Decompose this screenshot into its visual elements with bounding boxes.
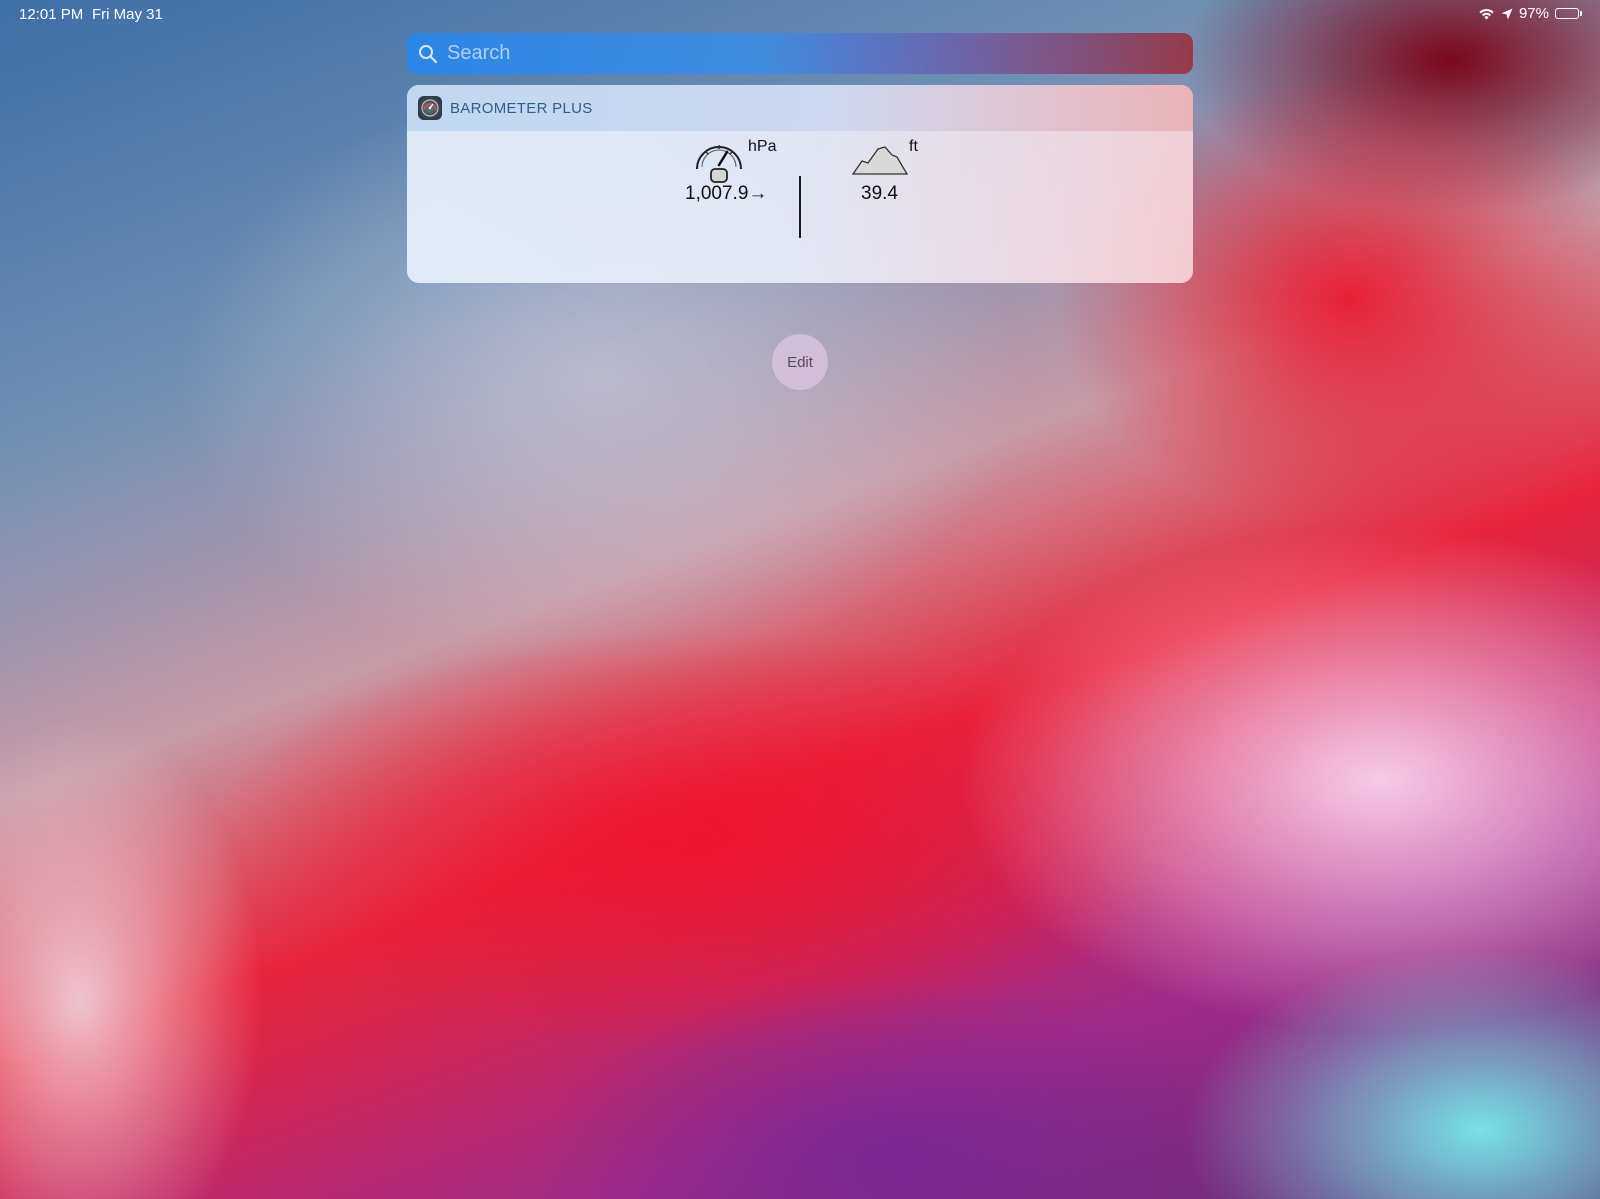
- pressure-gauge-icon: [693, 137, 745, 185]
- location-arrow-icon: [1501, 8, 1513, 20]
- today-view-screen: 12:01 PM Fri May 31 97% Search BAROMETER…: [0, 0, 1600, 1199]
- battery-percent: 97%: [1518, 5, 1549, 22]
- status-date: Fri May 31: [92, 6, 163, 23]
- search-input[interactable]: [445, 41, 1149, 66]
- status-indicators: 97%: [1478, 5, 1582, 22]
- barometer-app-icon: [418, 96, 442, 120]
- altitude-unit: ft: [909, 138, 918, 155]
- barometer-widget[interactable]: BAROMETER PLUS hPa 1,007.9→ ft 39.4: [407, 85, 1193, 283]
- edit-button[interactable]: Edit: [772, 334, 828, 390]
- altitude-value: 39.4: [861, 183, 898, 204]
- widget-header[interactable]: BAROMETER PLUS: [407, 85, 1193, 131]
- pressure-value: 1,007.9→: [685, 183, 768, 204]
- widget-divider: [799, 176, 801, 238]
- status-time: 12:01 PM: [19, 6, 84, 23]
- widget-title: BAROMETER PLUS: [450, 99, 593, 117]
- widget-body[interactable]: hPa 1,007.9→ ft 39.4: [407, 131, 1193, 283]
- status-bar: 12:01 PM Fri May 31 97%: [0, 0, 1600, 28]
- pressure-unit: hPa: [748, 138, 777, 155]
- search-icon: [417, 43, 439, 65]
- battery-icon: [1555, 8, 1582, 19]
- mountain-icon: [851, 141, 909, 175]
- search-bar[interactable]: [407, 33, 1193, 74]
- wifi-icon: [1478, 7, 1495, 20]
